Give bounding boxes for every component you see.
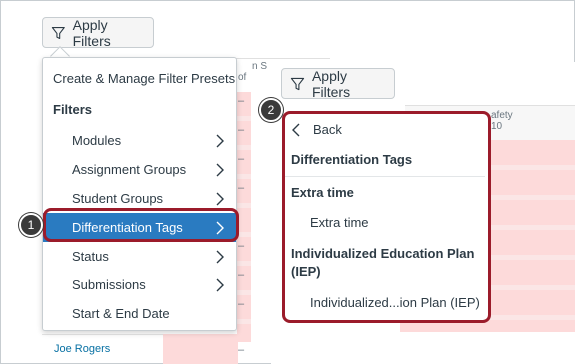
apply-filters-label: Apply Filters bbox=[72, 16, 111, 49]
grade-cell-dash: – bbox=[238, 182, 245, 194]
menu-item-modules[interactable]: Modules bbox=[43, 126, 236, 155]
callout-badge-1: 1 bbox=[19, 213, 43, 237]
student-name-link[interactable]: Joe Rogers bbox=[42, 334, 163, 364]
column-header-sub: 10 bbox=[491, 121, 503, 132]
menu-item-label: Submissions bbox=[72, 277, 146, 292]
menu-item-filter-presets[interactable]: Create & Manage Filter Presets bbox=[43, 64, 236, 93]
chevron-right-icon bbox=[216, 192, 224, 206]
grade-cell-dash: – bbox=[238, 269, 245, 281]
menu-item-label: Student Groups bbox=[72, 191, 164, 206]
filters-menu: Create & Manage Filter Presets Filters M… bbox=[42, 57, 237, 331]
grade-cell-dash: – bbox=[238, 153, 245, 165]
funnel-icon bbox=[290, 77, 305, 90]
menu-item-label: Assignment Groups bbox=[72, 162, 187, 177]
column-header-fragment: afety bbox=[491, 110, 513, 121]
menu-item-status[interactable]: Status bbox=[43, 242, 236, 271]
menu-item-label: Start & End Date bbox=[72, 306, 170, 321]
callout-highlight-2 bbox=[282, 111, 491, 323]
apply-filters-button[interactable]: Apply Filters bbox=[42, 16, 154, 49]
menu-item-submissions[interactable]: Submissions bbox=[43, 270, 236, 299]
apply-filters-button[interactable]: Apply Filters bbox=[281, 67, 395, 100]
menu-item-label: Modules bbox=[72, 133, 122, 148]
apply-filters-label: Apply Filters bbox=[311, 67, 351, 100]
chevron-right-icon bbox=[216, 250, 224, 264]
menu-item-label: Create & Manage Filter Presets bbox=[53, 71, 236, 86]
callout-highlight-1 bbox=[43, 208, 239, 242]
grade-cell-dash: – bbox=[238, 124, 245, 136]
menu-item-assignment-groups[interactable]: Assignment Groups bbox=[43, 155, 236, 184]
menu-item-start-end-date[interactable]: Start & End Date bbox=[43, 299, 236, 328]
menu-item-label: Status bbox=[72, 249, 109, 264]
filters-heading: Filters bbox=[53, 102, 93, 117]
funnel-icon bbox=[51, 26, 65, 39]
chevron-right-icon bbox=[216, 163, 224, 177]
grade-cell-dash: – bbox=[238, 344, 245, 356]
grade-cell-dash: – bbox=[238, 298, 245, 310]
grade-cell-dash: – bbox=[238, 95, 245, 107]
callout-badge-2: 2 bbox=[259, 98, 283, 122]
chevron-right-icon bbox=[216, 134, 224, 148]
grade-cell-dash: – bbox=[238, 240, 245, 252]
late-cell bbox=[163, 334, 238, 364]
chevron-right-icon bbox=[216, 278, 224, 292]
